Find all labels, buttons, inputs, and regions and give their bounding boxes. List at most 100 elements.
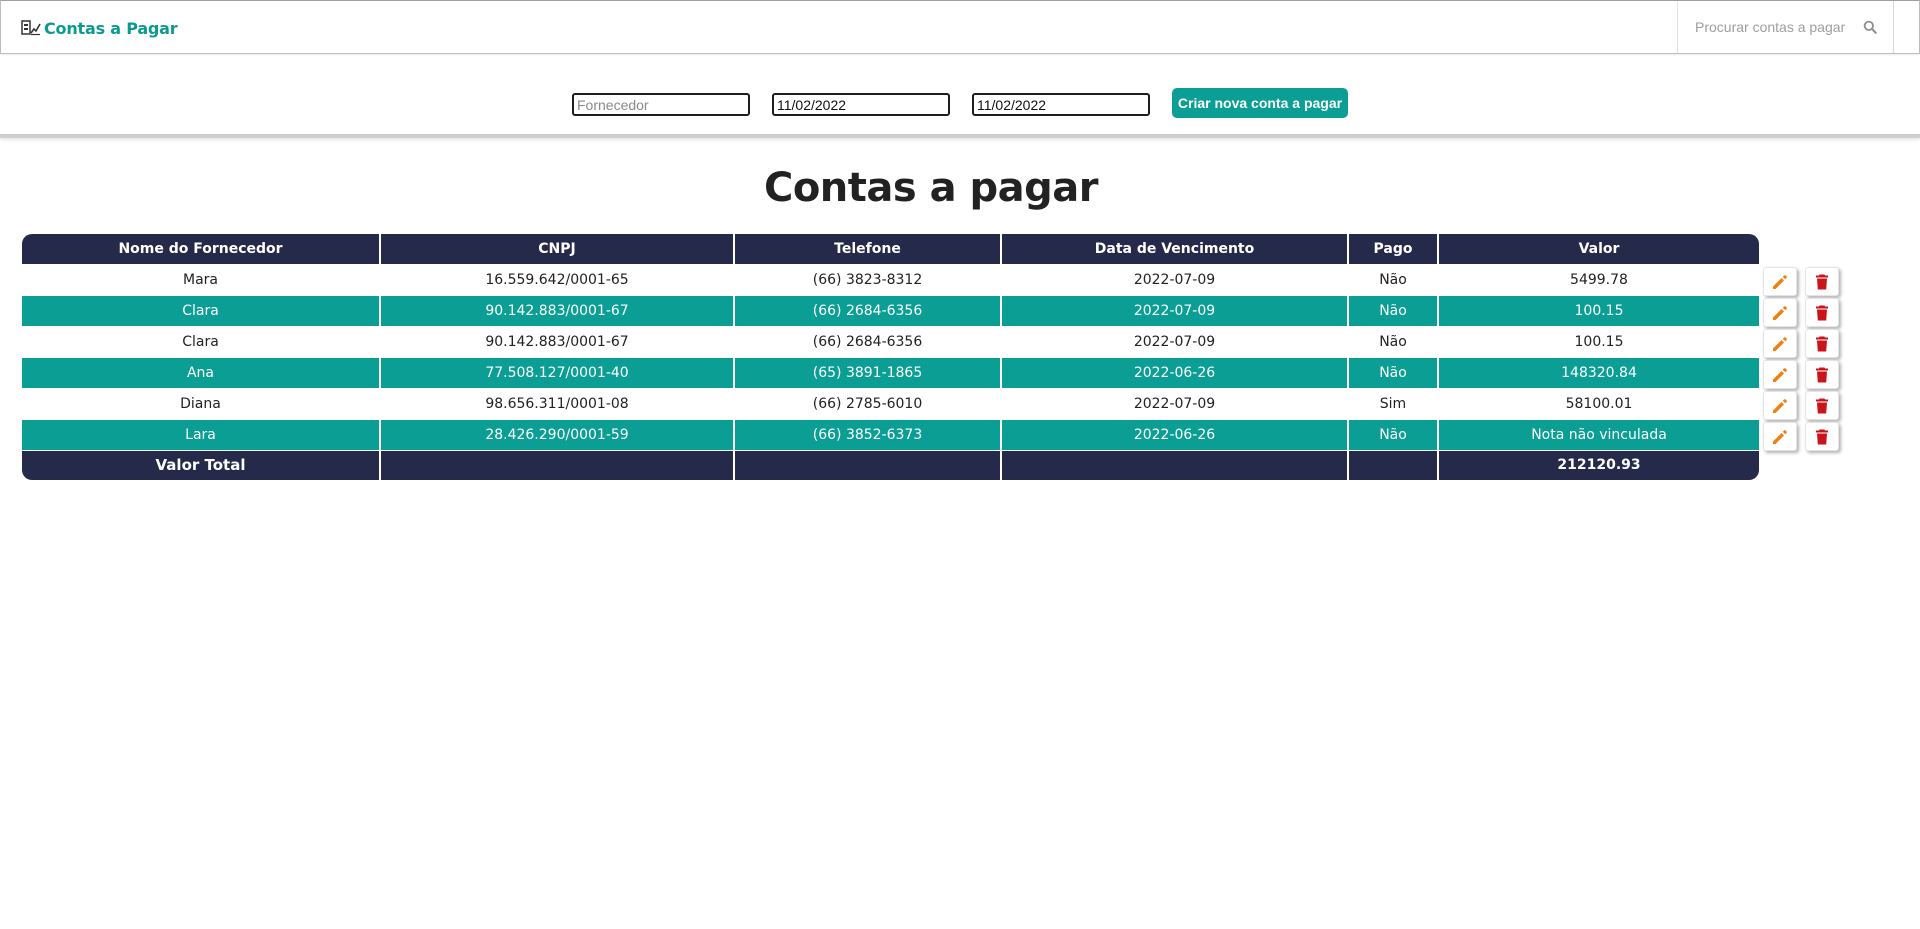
row-actions-group: [1763, 327, 1843, 358]
cell-phone: (66) 2684-6356: [734, 295, 1002, 326]
table-row: Lara 28.426.290/0001-59 (66) 3852-6373 2…: [22, 419, 1759, 450]
table-total-row: Valor Total 212120.93: [22, 449, 1759, 480]
trash-icon: [1816, 398, 1828, 413]
cell-supplier-name: Lara: [22, 419, 381, 450]
pencil-icon: [1773, 398, 1787, 413]
cell-paid: Não: [1348, 295, 1439, 326]
total-empty-cell: [734, 449, 1002, 480]
page-title: Contas a pagar: [763, 165, 1099, 211]
row-actions-group: [1763, 296, 1843, 327]
header-value[interactable]: Valor: [1438, 234, 1759, 264]
cell-value: 100.15: [1438, 326, 1759, 357]
trash-icon: [1816, 305, 1828, 320]
cell-supplier-name: Clara: [22, 295, 381, 326]
bills-table: Nome do Fornecedor CNPJ Telefone Data de…: [22, 234, 1759, 480]
edit-button[interactable]: [1763, 422, 1797, 451]
search-input[interactable]: [1695, 19, 1865, 35]
table-row: Diana 98.656.311/0001-08 (66) 2785-6010 …: [22, 388, 1759, 419]
row-actions: [1763, 265, 1843, 451]
cell-supplier-name: Clara: [22, 326, 381, 357]
table-header-row: Nome do Fornecedor CNPJ Telefone Data de…: [22, 234, 1759, 264]
edit-button[interactable]: [1763, 391, 1797, 420]
cell-phone: (65) 3891-1865: [734, 357, 1002, 388]
header-cnpj[interactable]: CNPJ: [380, 234, 735, 264]
trash-icon: [1816, 274, 1828, 289]
date-from-input[interactable]: [772, 93, 950, 116]
delete-button[interactable]: [1805, 360, 1839, 389]
cell-phone: (66) 3823-8312: [734, 264, 1002, 295]
table-row: Ana 77.508.127/0001-40 (65) 3891-1865 20…: [22, 357, 1759, 388]
delete-button[interactable]: [1805, 329, 1839, 358]
cell-supplier-name: Diana: [22, 388, 381, 419]
search-icon[interactable]: [1863, 20, 1877, 34]
trash-icon: [1816, 367, 1828, 382]
header-supplier-name[interactable]: Nome do Fornecedor: [22, 234, 381, 264]
cell-phone: (66) 3852-6373: [734, 419, 1002, 450]
date-to-input[interactable]: [972, 93, 1150, 116]
trash-icon: [1816, 336, 1828, 351]
delete-button[interactable]: [1805, 298, 1839, 327]
cell-phone: (66) 2785-6010: [734, 388, 1002, 419]
header-phone[interactable]: Telefone: [734, 234, 1002, 264]
brand[interactable]: Contas a Pagar: [21, 16, 178, 40]
supplier-filter-input[interactable]: [572, 93, 750, 116]
total-empty-cell: [1348, 449, 1439, 480]
cell-paid: Não: [1348, 357, 1439, 388]
cell-value: 100.15: [1438, 295, 1759, 326]
cell-due-date: 2022-07-09: [1001, 388, 1349, 419]
cell-value: 148320.84: [1438, 357, 1759, 388]
cell-cnpj: 77.508.127/0001-40: [380, 357, 735, 388]
cell-cnpj: 28.426.290/0001-59: [380, 419, 735, 450]
pencil-icon: [1773, 367, 1787, 382]
cell-value: 5499.78: [1438, 264, 1759, 295]
edit-button[interactable]: [1763, 267, 1797, 296]
total-value: 212120.93: [1438, 449, 1759, 480]
cell-paid: Não: [1348, 326, 1439, 357]
row-actions-group: [1763, 420, 1843, 451]
total-label: Valor Total: [22, 449, 381, 480]
table-row: Mara 16.559.642/0001-65 (66) 3823-8312 2…: [22, 264, 1759, 295]
cell-supplier-name: Ana: [22, 357, 381, 388]
chart-icon: [21, 20, 41, 36]
row-actions-group: [1763, 358, 1843, 389]
cell-paid: Não: [1348, 419, 1439, 450]
header-due-date[interactable]: Data de Vencimento: [1001, 234, 1349, 264]
edit-button[interactable]: [1763, 329, 1797, 358]
delete-button[interactable]: [1805, 422, 1839, 451]
pencil-icon: [1773, 305, 1787, 320]
pencil-icon: [1773, 429, 1787, 444]
pencil-icon: [1773, 274, 1787, 289]
delete-button[interactable]: [1805, 391, 1839, 420]
cell-paid: Sim: [1348, 388, 1439, 419]
cell-value: 58100.01: [1438, 388, 1759, 419]
filter-bar: Criar nova conta a pagar: [0, 66, 1920, 138]
cell-due-date: 2022-06-26: [1001, 357, 1349, 388]
trash-icon: [1816, 429, 1828, 444]
cell-cnpj: 90.142.883/0001-67: [380, 295, 735, 326]
bills-table-container: Nome do Fornecedor CNPJ Telefone Data de…: [22, 234, 1759, 480]
brand-title: Contas a Pagar: [44, 18, 178, 38]
row-actions-group: [1763, 265, 1843, 296]
pencil-icon: [1773, 336, 1787, 351]
row-actions-group: [1763, 389, 1843, 420]
cell-due-date: 2022-06-26: [1001, 419, 1349, 450]
table-row: Clara 90.142.883/0001-67 (66) 2684-6356 …: [22, 326, 1759, 357]
cell-due-date: 2022-07-09: [1001, 326, 1349, 357]
cell-value: Nota não vinculada: [1438, 419, 1759, 450]
create-bill-button[interactable]: Criar nova conta a pagar: [1172, 88, 1348, 118]
cell-paid: Não: [1348, 264, 1439, 295]
cell-phone: (66) 2684-6356: [734, 326, 1002, 357]
cell-cnpj: 90.142.883/0001-67: [380, 326, 735, 357]
table-row: Clara 90.142.883/0001-67 (66) 2684-6356 …: [22, 295, 1759, 326]
edit-button[interactable]: [1763, 360, 1797, 389]
cell-due-date: 2022-07-09: [1001, 295, 1349, 326]
cell-due-date: 2022-07-09: [1001, 264, 1349, 295]
header-paid[interactable]: Pago: [1348, 234, 1439, 264]
cell-cnpj: 16.559.642/0001-65: [380, 264, 735, 295]
search-box: [1677, 1, 1893, 53]
edit-button[interactable]: [1763, 298, 1797, 327]
total-empty-cell: [1001, 449, 1349, 480]
delete-button[interactable]: [1805, 267, 1839, 296]
navbar-end-panel: [1893, 1, 1920, 53]
total-empty-cell: [380, 449, 735, 480]
